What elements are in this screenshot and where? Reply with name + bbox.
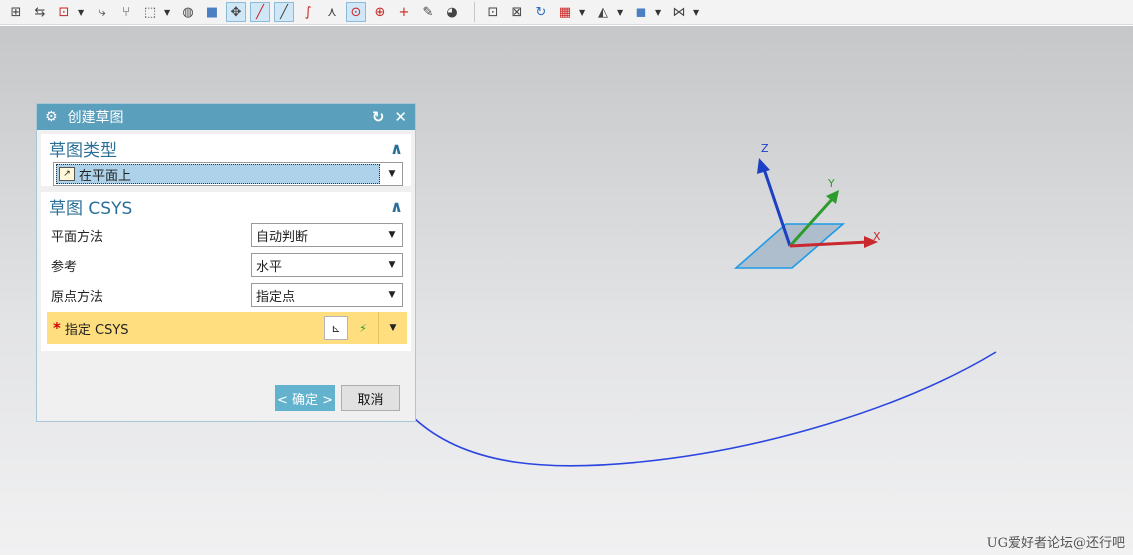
sketch-csys-heading: 草图 CSYS: [49, 198, 133, 219]
required-icon: *: [53, 319, 61, 337]
axis-label-x: X: [873, 230, 881, 243]
render-style-icon[interactable]: ◭: [593, 2, 613, 22]
fit-view-icon[interactable]: ⊡: [483, 2, 503, 22]
plane-method-select[interactable]: 自动判断 ▼: [251, 223, 403, 247]
chevron-down-icon[interactable]: ▼: [655, 8, 663, 17]
crosshair-icon[interactable]: +: [394, 2, 414, 22]
selection-box-icon[interactable]: ⬚: [140, 2, 160, 22]
specify-csys-row[interactable]: * 指定 CSYS ⊾ ⚡ ▼: [47, 312, 407, 344]
solid-box-icon[interactable]: ■: [202, 2, 222, 22]
on-plane-icon: ↗: [59, 167, 75, 181]
chevron-down-icon[interactable]: ▼: [164, 8, 172, 17]
tree-icon[interactable]: ⑂: [116, 2, 136, 22]
dialog-buttons: < 确定 > 取消: [275, 385, 400, 411]
gear-icon[interactable]: ⚙: [45, 109, 58, 125]
sketch-csys-header[interactable]: 草图 CSYS ∧: [41, 192, 411, 220]
view-orient-icon[interactable]: ⋈: [669, 2, 689, 22]
sketch-csys-section: 草图 CSYS ∧ 平面方法 自动判断 ▼ 参考 水平 ▼ 原点方法 指定点 ▼: [41, 192, 411, 351]
plane-method-row: 平面方法 自动判断 ▼: [41, 220, 411, 250]
sketch-type-heading: 草图类型: [49, 140, 117, 161]
routing-icon[interactable]: ⤷: [92, 2, 112, 22]
axis-label-y: Y: [828, 177, 835, 190]
dialog-title-bar[interactable]: ⚙ 创建草图 ↻ ✕: [37, 104, 415, 130]
reference-label: 参考: [51, 259, 78, 275]
sketch-curve[interactable]: [413, 351, 997, 467]
create-sketch-dialog: ⚙ 创建草图 ↻ ✕ 草图类型 ∧ ↗ 在平面上 ▼ 草图 CSYS ∧ 平面方…: [36, 103, 416, 422]
line-icon[interactable]: ╱: [250, 2, 270, 22]
rotate-icon[interactable]: ↻: [531, 2, 551, 22]
move-icon[interactable]: ⇆: [30, 2, 50, 22]
sketch-type-value: 在平面上: [79, 168, 132, 184]
chevron-down-icon[interactable]: ▼: [378, 312, 407, 344]
reference-value: 水平: [256, 259, 283, 275]
toolbar-divider: [474, 2, 475, 22]
sketch-type-header[interactable]: 草图类型 ∧: [41, 134, 411, 162]
specify-csys-label: 指定 CSYS: [64, 322, 129, 338]
axis-label-z: Z: [761, 142, 769, 155]
chevron-down-icon[interactable]: ▼: [617, 8, 625, 17]
end-point-icon[interactable]: ✥: [226, 2, 246, 22]
intersection-icon[interactable]: ⋏: [322, 2, 342, 22]
chevron-down-icon[interactable]: ▼: [693, 8, 701, 17]
dialog-title: 创建草图: [67, 110, 124, 126]
shaded-icon[interactable]: ◍: [178, 2, 198, 22]
chevron-down-icon[interactable]: ▼: [78, 8, 86, 17]
reference-select[interactable]: 水平 ▼: [251, 253, 403, 277]
origin-method-row: 原点方法 指定点 ▼: [41, 280, 411, 310]
plane-method-value: 自动判断: [256, 229, 309, 245]
origin-method-value: 指定点: [256, 289, 296, 305]
origin-method-select[interactable]: 指定点 ▼: [251, 283, 403, 307]
chevron-down-icon[interactable]: ▼: [579, 8, 587, 17]
cancel-button[interactable]: 取消: [341, 385, 400, 411]
csys-dialog-icon[interactable]: ⊾: [324, 316, 348, 340]
plane-method-label: 平面方法: [51, 229, 104, 245]
z-axis-arrow: [757, 158, 770, 174]
collapse-icon[interactable]: ∧: [390, 139, 403, 158]
reset-icon[interactable]: ↻: [372, 108, 385, 126]
sketch-type-section: 草图类型 ∧ ↗ 在平面上 ▼: [41, 134, 411, 186]
origin-method-label: 原点方法: [51, 289, 104, 305]
snap-view-icon[interactable]: ⊞: [6, 2, 26, 22]
pencil-icon[interactable]: ✎: [418, 2, 438, 22]
chevron-down-icon[interactable]: ▼: [382, 169, 402, 179]
chevron-down-icon[interactable]: ▼: [382, 260, 402, 270]
csys-triad-icon[interactable]: ⚡: [351, 316, 375, 340]
close-icon[interactable]: ✕: [394, 108, 407, 126]
sketch-type-value-wrap: ↗ 在平面上: [56, 164, 380, 184]
arc-center-icon[interactable]: ⊕: [370, 2, 390, 22]
ok-button[interactable]: < 确定 >: [275, 385, 335, 411]
curve-icon[interactable]: ∫: [298, 2, 318, 22]
center-circle-icon[interactable]: ⊙: [346, 2, 366, 22]
edit-icon[interactable]: ◕: [442, 2, 462, 22]
watermark: UG爱好者论坛@还行吧: [986, 536, 1125, 551]
sketch-type-select[interactable]: ↗ 在平面上 ▼: [53, 162, 403, 186]
zoom-icon[interactable]: ⊠: [507, 2, 527, 22]
main-toolbar: ⊞ ⇆ ⊡ ▼ ⤷ ⑂ ⬚ ▼ ◍ ■ ✥ ╱ ╱ ∫ ⋏ ⊙ ⊕ + ✎ ◕ …: [0, 0, 1133, 25]
chevron-down-icon[interactable]: ▼: [382, 230, 402, 240]
cube-icon[interactable]: ◼: [631, 2, 651, 22]
line-through-icon[interactable]: ╱: [274, 2, 294, 22]
point-snap-icon[interactable]: ⊡: [54, 2, 74, 22]
chevron-down-icon[interactable]: ▼: [382, 290, 402, 300]
layout-icon[interactable]: ▦: [555, 2, 575, 22]
collapse-icon[interactable]: ∧: [390, 197, 403, 216]
reference-row: 参考 水平 ▼: [41, 250, 411, 280]
